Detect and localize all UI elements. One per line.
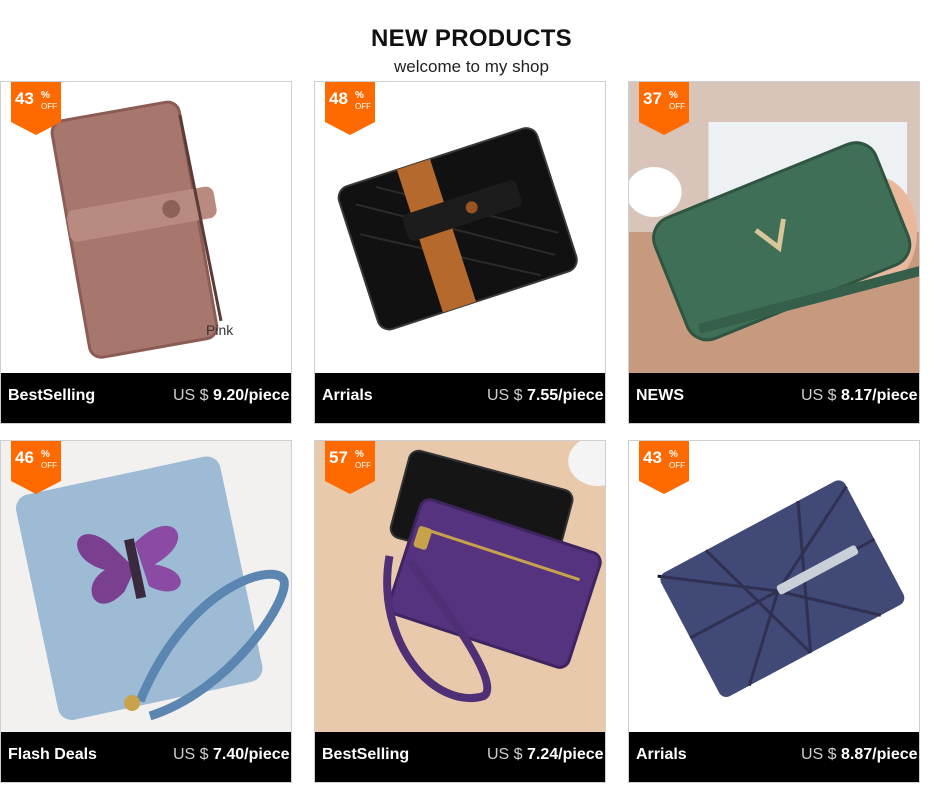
product-card[interactable]: 48 % OFF Arrials US $ 7.55/piece xyxy=(314,81,606,424)
price-bar: BestSelling US $ 7.24/piece xyxy=(315,732,605,782)
price-label: US $ 7.55/piece xyxy=(487,387,604,404)
category-label: BestSelling xyxy=(322,746,410,763)
page-title: NEW PRODUCTS xyxy=(371,25,572,52)
discount-badge: 43 % OFF xyxy=(11,82,61,135)
price-label: US $ 8.17/piece xyxy=(801,387,918,404)
price-bar: NEWS US $ 8.17/piece xyxy=(629,373,919,423)
category-label: Arrials xyxy=(322,387,373,404)
category-label: NEWS xyxy=(636,387,684,404)
page-subtitle: welcome to my shop xyxy=(394,57,549,76)
price-bar: Arrials US $ 8.87/piece xyxy=(629,732,919,782)
category-label: Arrials xyxy=(636,746,687,763)
product-card[interactable]: 46 % OFF Flash Deals US $ 7.40/piece xyxy=(0,440,292,783)
category-label: Flash Deals xyxy=(8,746,97,763)
price-label: US $ 7.40/piece xyxy=(173,746,290,763)
price-bar: Arrials US $ 7.55/piece xyxy=(315,373,605,423)
category-label: BestSelling xyxy=(8,387,96,404)
discount-badge: 57 % OFF xyxy=(325,441,375,494)
page-header: NEW PRODUCTS welcome to my shop xyxy=(0,24,943,78)
price-bar: Flash Deals US $ 7.40/piece xyxy=(1,732,291,782)
discount-badge: 48 % OFF xyxy=(325,82,375,135)
discount-badge: 37 % OFF xyxy=(639,82,689,135)
price-label: US $ 9.20/piece xyxy=(173,387,290,404)
discount-badge: 43 % OFF xyxy=(639,441,689,494)
price-label: US $ 7.24/piece xyxy=(487,746,604,763)
price-bar: BestSelling US $ 9.20/piece xyxy=(1,373,291,423)
price-label: US $ 8.87/piece xyxy=(801,746,918,763)
product-card[interactable]: Pink 43 % OFF BestSelling US $ 9.20/piec… xyxy=(0,81,292,424)
color-note: Pink xyxy=(206,322,234,338)
product-card[interactable]: 43 % OFF Arrials US $ 8.87/piece xyxy=(628,440,920,783)
discount-badge: 46 % OFF xyxy=(11,441,61,494)
product-card[interactable]: 57 % OFF BestSelling US $ 7.24/piece xyxy=(314,440,606,783)
product-card[interactable]: 37 % OFF NEWS US $ 8.17/piece xyxy=(628,81,920,424)
